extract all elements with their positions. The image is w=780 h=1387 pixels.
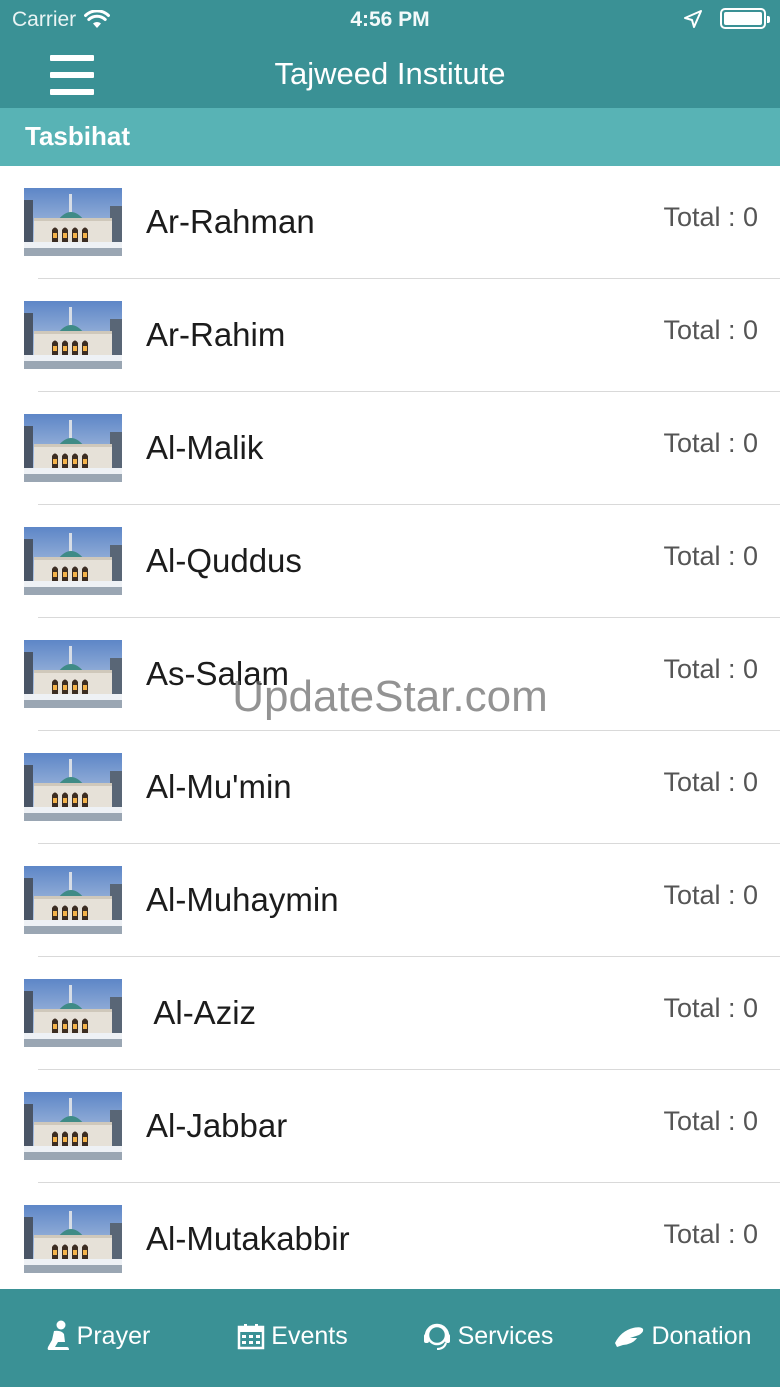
section-header: Tasbihat bbox=[0, 108, 780, 166]
list-item[interactable]: Al-Mu'min Total : 0 bbox=[0, 731, 780, 844]
mosque-thumbnail bbox=[24, 414, 122, 482]
app-title: Tajweed Institute bbox=[274, 56, 506, 91]
tab-services-label: Services bbox=[457, 1321, 554, 1350]
tasbih-total: Total : 0 bbox=[663, 767, 758, 797]
tab-events-label: Events bbox=[271, 1321, 348, 1350]
tab-donation[interactable]: Donation bbox=[585, 1289, 780, 1387]
prayer-icon bbox=[47, 1320, 69, 1350]
tasbih-total: Total : 0 bbox=[663, 541, 758, 571]
tab-prayer[interactable]: Prayer bbox=[0, 1289, 195, 1387]
list-item[interactable]: Al-Aziz Total : 0 bbox=[0, 957, 780, 1070]
donation-icon bbox=[615, 1327, 644, 1347]
status-indicators bbox=[684, 8, 770, 29]
list-item[interactable]: As-Salam Total : 0 bbox=[0, 618, 780, 731]
tasbih-name: Ar-Rahim bbox=[146, 316, 286, 353]
mosque-thumbnail bbox=[24, 753, 122, 821]
section-title: Tasbihat bbox=[25, 121, 130, 151]
hamburger-menu-icon[interactable] bbox=[50, 55, 94, 95]
headset-icon bbox=[423, 1323, 450, 1350]
tasbih-name: Al-Jabbar bbox=[146, 1107, 288, 1144]
tab-bar: Prayer Events Services Donation bbox=[0, 1289, 780, 1387]
navigation-bar: Tajweed Institute bbox=[0, 40, 780, 108]
tasbih-total: Total : 0 bbox=[663, 202, 758, 232]
tab-prayer-label: Prayer bbox=[76, 1321, 151, 1350]
tab-services[interactable]: Services bbox=[390, 1289, 585, 1387]
status-time: 4:56 PM bbox=[350, 8, 430, 31]
mosque-thumbnail bbox=[24, 1092, 122, 1160]
tasbih-name: Al-Malik bbox=[146, 429, 264, 466]
tasbih-total: Total : 0 bbox=[663, 1219, 758, 1249]
top-bar: Carrier 4:56 PM Tajweed Institute bbox=[0, 0, 780, 108]
mosque-thumbnail bbox=[24, 1205, 122, 1273]
tab-donation-label: Donation bbox=[651, 1321, 752, 1350]
tasbih-name: Al-Aziz bbox=[146, 994, 257, 1031]
tasbih-total: Total : 0 bbox=[663, 654, 758, 684]
tasbih-total: Total : 0 bbox=[663, 993, 758, 1023]
mosque-thumbnail bbox=[24, 866, 122, 934]
list-item[interactable]: Ar-Rahman Total : 0 bbox=[0, 166, 780, 279]
tasbih-name: Al-Quddus bbox=[146, 542, 302, 579]
tasbih-name: Al-Muhaymin bbox=[146, 881, 339, 918]
list-item[interactable]: Al-Mutakabbir Total : 0 bbox=[0, 1183, 780, 1289]
list-item[interactable]: Al-Malik Total : 0 bbox=[0, 392, 780, 505]
tasbih-name: As-Salam bbox=[146, 655, 290, 692]
battery-icon bbox=[720, 8, 770, 29]
list-item[interactable]: Al-Jabbar Total : 0 bbox=[0, 1070, 780, 1183]
tasbih-name: Al-Mu'min bbox=[146, 768, 292, 805]
tasbih-total: Total : 0 bbox=[663, 428, 758, 458]
tasbih-list[interactable]: Ar-Rahman Total : 0 Ar-Rahim Total : 0 Al-Ma… bbox=[0, 166, 780, 1289]
calendar-icon bbox=[238, 1324, 265, 1350]
mosque-thumbnail bbox=[24, 301, 122, 369]
tasbih-total: Total : 0 bbox=[663, 880, 758, 910]
location-arrow-icon bbox=[684, 9, 702, 28]
mosque-thumbnail bbox=[24, 527, 122, 595]
tasbih-name: Al-Mutakabbir bbox=[146, 1220, 350, 1257]
mosque-thumbnail bbox=[24, 188, 122, 256]
tasbih-name: Ar-Rahman bbox=[146, 203, 315, 240]
tab-events[interactable]: Events bbox=[195, 1289, 390, 1387]
list-item[interactable]: Al-Muhaymin Total : 0 bbox=[0, 844, 780, 957]
tasbih-total: Total : 0 bbox=[663, 1106, 758, 1136]
tasbih-total: Total : 0 bbox=[663, 315, 758, 345]
status-bar: Carrier 4:56 PM bbox=[0, 0, 780, 40]
mosque-thumbnail bbox=[24, 640, 122, 708]
list-item[interactable]: Al-Quddus Total : 0 bbox=[0, 505, 780, 618]
list-item[interactable]: Ar-Rahim Total : 0 bbox=[0, 279, 780, 392]
mosque-thumbnail bbox=[24, 979, 122, 1047]
